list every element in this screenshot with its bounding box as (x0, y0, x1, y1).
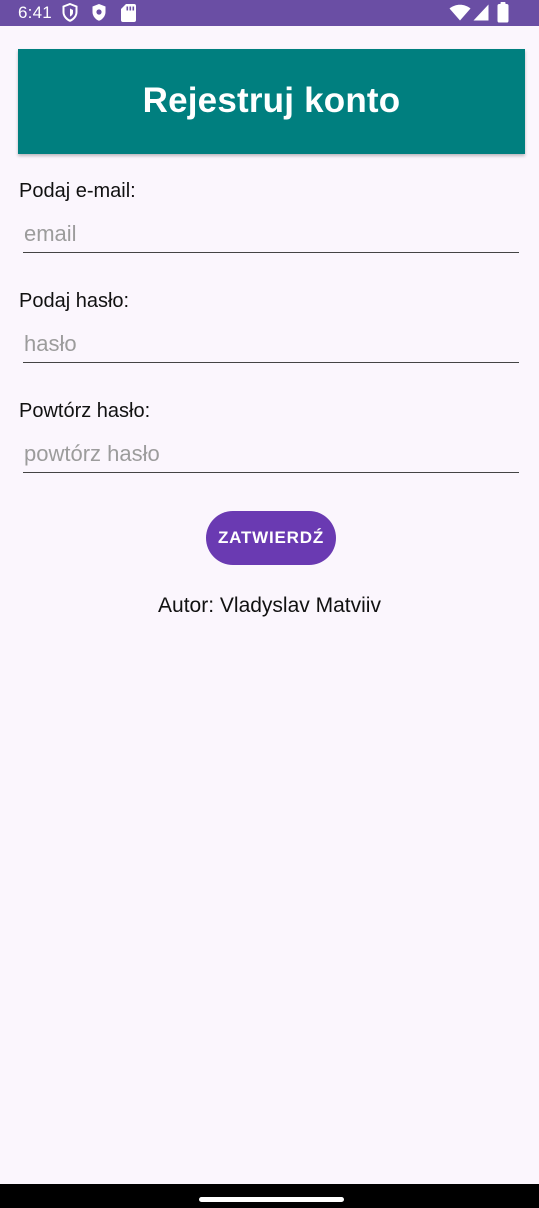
sd-card-icon (121, 4, 136, 22)
repeat-password-label: Powtórz hasło: (19, 400, 151, 422)
navigation-bar (0, 1184, 539, 1208)
status-time: 6:41 (18, 3, 52, 22)
header-banner: Rejestruj konto (18, 49, 525, 154)
author-text: Autor: Vladyslav Matviiv (158, 594, 381, 617)
password-field[interactable] (23, 325, 519, 363)
page-title: Rejestruj konto (142, 80, 401, 120)
password-label: Podaj hasło: (19, 290, 130, 312)
home-indicator[interactable] (199, 1197, 344, 1202)
status-bar: 6:41 (0, 0, 539, 26)
shield-outline-icon (62, 3, 78, 22)
shield-filled-icon (92, 4, 106, 21)
repeat-password-field[interactable] (23, 435, 519, 473)
submit-button[interactable]: ZATWIERDŹ (206, 511, 336, 565)
cellular-signal-icon (473, 4, 489, 21)
wifi-icon (449, 4, 471, 21)
battery-icon (497, 2, 509, 23)
email-field[interactable] (23, 215, 519, 253)
email-label: Podaj e-mail: (19, 180, 136, 202)
